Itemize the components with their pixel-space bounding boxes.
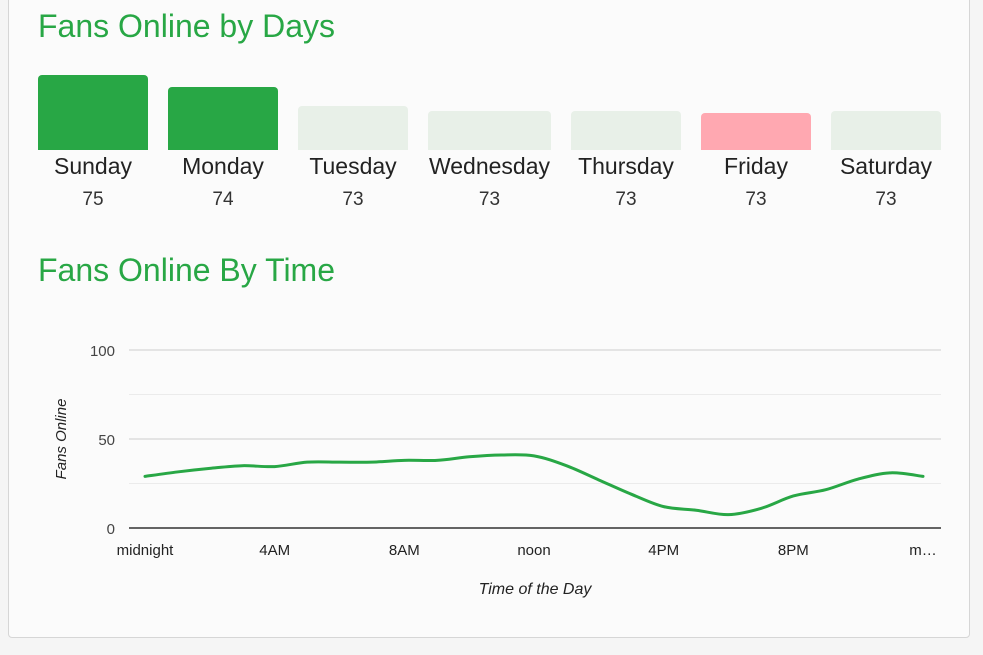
day-label: Monday bbox=[182, 153, 264, 179]
day-label: Saturday bbox=[839, 153, 933, 179]
day-label: Friday bbox=[724, 153, 788, 179]
day-value: 73 bbox=[342, 189, 364, 210]
day-value: 73 bbox=[615, 189, 637, 210]
days-section-title: Fans Online by Days bbox=[38, 8, 336, 44]
day-bar bbox=[831, 111, 941, 150]
day-bar bbox=[428, 111, 551, 150]
time-section-title: Fans Online By Time bbox=[38, 252, 335, 288]
day-item-wednesday: Wednesday 73 bbox=[428, 60, 551, 220]
day-bar bbox=[38, 75, 148, 150]
day-item-monday: Monday 74 bbox=[168, 60, 278, 220]
day-item-sunday: Sunday 75 bbox=[38, 60, 148, 220]
day-label: Thursday bbox=[578, 153, 674, 179]
day-value: 75 bbox=[82, 189, 104, 210]
day-bar bbox=[298, 106, 408, 150]
day-label: Wednesday bbox=[428, 153, 551, 179]
day-item-tuesday: Tuesday 73 bbox=[298, 60, 408, 220]
day-value: 73 bbox=[745, 189, 767, 210]
day-bar bbox=[168, 87, 278, 150]
day-bar bbox=[571, 111, 681, 150]
day-item-saturday: Saturday 73 bbox=[831, 60, 941, 220]
day-label: Tuesday bbox=[309, 153, 397, 179]
day-item-thursday: Thursday 73 bbox=[571, 60, 681, 220]
day-bar bbox=[701, 113, 811, 150]
day-value: 73 bbox=[875, 189, 897, 210]
day-label: Sunday bbox=[53, 153, 132, 179]
day-value: 74 bbox=[212, 189, 234, 210]
day-item-friday: Friday 73 bbox=[701, 60, 811, 220]
day-value: 73 bbox=[478, 189, 501, 210]
